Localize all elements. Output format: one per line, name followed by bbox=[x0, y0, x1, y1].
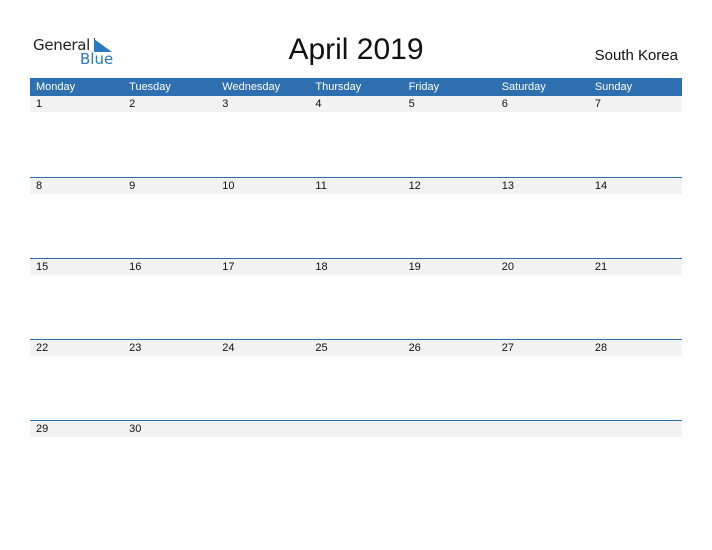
week-row-4: 22 23 24 25 26 27 28 bbox=[30, 339, 682, 356]
weekday-sunday: Sunday bbox=[594, 81, 633, 93]
day-cell: 30 bbox=[129, 423, 142, 435]
weekday-wednesday: Wednesday bbox=[222, 81, 281, 93]
day-cell bbox=[403, 421, 496, 437]
day-cell: 19 bbox=[408, 261, 421, 273]
day-cell: 14 bbox=[594, 180, 608, 192]
day-cell: 28 bbox=[594, 342, 608, 354]
week-row-1: 1 2 3 4 5 6 7 bbox=[30, 96, 682, 112]
weekday-header: Monday Tuesday Wednesday Thursday Friday… bbox=[30, 78, 682, 96]
day-cell: 20 bbox=[501, 261, 514, 273]
day-cell: 24 bbox=[222, 342, 235, 354]
day-cell: 8 bbox=[36, 180, 43, 192]
country-label: South Korea bbox=[594, 47, 678, 64]
day-cell: 27 bbox=[501, 342, 514, 354]
day-cell bbox=[496, 421, 589, 437]
day-cell: 10 bbox=[222, 180, 235, 192]
day-cell: 11 bbox=[315, 180, 327, 192]
day-cell: 4 bbox=[315, 98, 322, 110]
day-cell bbox=[309, 421, 402, 437]
day-cell: 7 bbox=[594, 98, 601, 110]
day-cell: 18 bbox=[315, 261, 328, 273]
day-cell: 6 bbox=[501, 98, 508, 110]
day-cell: 17 bbox=[222, 261, 235, 273]
day-cell bbox=[216, 421, 309, 437]
weekday-saturday: Saturday bbox=[501, 81, 546, 93]
day-cell: 3 bbox=[222, 98, 229, 110]
day-cell: 1 bbox=[36, 98, 43, 110]
day-cell: 16 bbox=[129, 261, 142, 273]
day-cell: 26 bbox=[408, 342, 421, 354]
day-cell: 5 bbox=[408, 98, 415, 110]
day-cell: 25 bbox=[315, 342, 328, 354]
day-cell: 9 bbox=[129, 180, 136, 192]
day-cell: 23 bbox=[129, 342, 142, 354]
day-cell: 13 bbox=[501, 180, 514, 192]
week-row-2: 8 9 10 11 12 13 14 bbox=[30, 177, 682, 194]
day-cell: 15 bbox=[36, 261, 49, 273]
weekday-thursday: Thursday bbox=[315, 81, 362, 93]
day-cell: 21 bbox=[594, 261, 608, 273]
day-cell: 29 bbox=[36, 423, 49, 435]
day-cell: 2 bbox=[129, 98, 136, 110]
weekday-friday: Friday bbox=[408, 81, 440, 93]
weekday-monday: Monday bbox=[36, 81, 76, 93]
day-cell: 22 bbox=[36, 342, 49, 354]
day-cell: 12 bbox=[408, 180, 421, 192]
week-row-3: 15 16 17 18 19 20 21 bbox=[30, 258, 682, 275]
day-cell bbox=[589, 421, 682, 437]
weekday-tuesday: Tuesday bbox=[129, 81, 171, 93]
week-row-5: 29 30 bbox=[30, 420, 682, 437]
